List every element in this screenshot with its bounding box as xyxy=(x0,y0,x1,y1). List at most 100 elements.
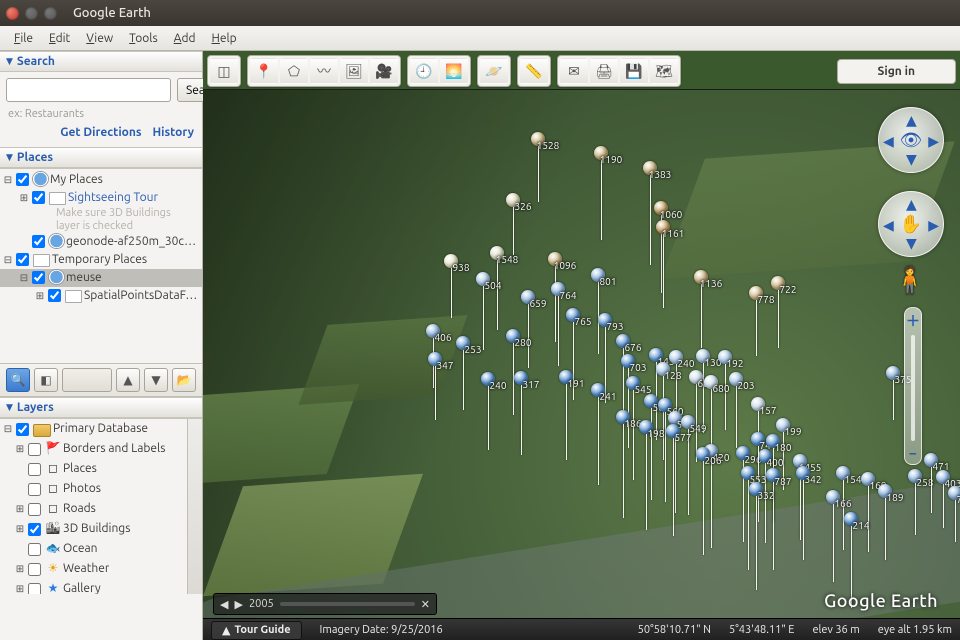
tour-guide-button[interactable]: ▲Tour Guide xyxy=(211,621,302,640)
layer-checkbox[interactable] xyxy=(28,583,41,594)
layers-panel-header[interactable]: ▼Layers xyxy=(0,397,202,418)
history-slider[interactable]: ◀ ▶ 2005 ✕ xyxy=(213,593,437,615)
tree-item-geonode[interactable]: geonode-af250m_30c… xyxy=(66,234,196,250)
expand-icon[interactable]: ⊞ xyxy=(14,500,26,518)
historical-imagery-button[interactable]: 🕘 xyxy=(410,58,438,84)
search-input[interactable] xyxy=(6,78,171,102)
layer-gallery[interactable]: Gallery xyxy=(63,580,101,594)
expand-icon[interactable]: ⊞ xyxy=(14,440,26,458)
window-minimize-button[interactable] xyxy=(25,7,38,20)
layer-checkbox[interactable] xyxy=(28,563,41,576)
layer-roads[interactable]: Roads xyxy=(63,500,96,518)
pan-left-icon[interactable]: ◀ xyxy=(883,217,894,234)
expand-icon[interactable]: ⊟ xyxy=(2,172,14,188)
layer-ocean[interactable]: Ocean xyxy=(63,540,98,558)
places-panel-header[interactable]: ▼Places xyxy=(0,147,202,168)
add-polygon-button[interactable]: ⬠ xyxy=(280,58,308,84)
play-icon[interactable]: ▶ xyxy=(234,598,242,611)
view-in-maps-button[interactable]: 🗺 xyxy=(650,58,678,84)
move-control[interactable]: ▲ ▼ ◀ ▶ ✋ xyxy=(878,191,944,257)
layer-checkbox[interactable] xyxy=(28,483,41,496)
planets-button[interactable]: 🪐 xyxy=(480,58,508,84)
pan-up-icon[interactable]: ▲ xyxy=(906,196,917,213)
record-tour-button[interactable]: 🎥 xyxy=(370,58,398,84)
look-right-icon[interactable]: ▶ xyxy=(928,133,939,150)
layer-checkbox[interactable] xyxy=(28,503,41,516)
add-path-button[interactable]: 〰 xyxy=(310,58,338,84)
look-left-icon[interactable]: ◀ xyxy=(883,133,894,150)
layer-checkbox[interactable] xyxy=(28,543,41,556)
menu-view[interactable]: View xyxy=(80,30,119,47)
expand-icon[interactable]: ⊞ xyxy=(14,520,26,538)
layer-checkbox[interactable] xyxy=(28,443,41,456)
layer-primary[interactable]: Primary Database xyxy=(53,420,148,438)
menu-help[interactable]: Help xyxy=(206,30,243,47)
layer-checkbox[interactable] xyxy=(28,463,41,476)
eye-icon[interactable]: 👁 xyxy=(900,130,923,151)
expand-icon[interactable]: ⊞ xyxy=(18,190,30,206)
back-icon[interactable]: ◀ xyxy=(220,598,228,611)
print-button[interactable]: 🖨 xyxy=(590,58,618,84)
menu-edit[interactable]: Edit xyxy=(43,30,76,47)
places-view-button[interactable]: ◧ xyxy=(34,368,58,392)
look-down-icon[interactable]: ▼ xyxy=(906,151,917,168)
places-down-button[interactable]: ▼ xyxy=(144,368,168,392)
window-maximize-button[interactable] xyxy=(44,7,57,20)
places-checkbox[interactable] xyxy=(48,289,61,302)
pan-right-icon[interactable]: ▶ xyxy=(928,217,939,234)
add-image-overlay-button[interactable]: 🖼 xyxy=(340,58,368,84)
layer-checkbox[interactable] xyxy=(28,523,41,536)
tree-item-meuse[interactable]: meuse xyxy=(66,270,102,286)
tree-item-my-places[interactable]: My Places xyxy=(50,172,103,188)
pan-down-icon[interactable]: ▼ xyxy=(906,235,917,252)
window-close-button[interactable] xyxy=(6,7,19,20)
expand-icon[interactable]: ⊞ xyxy=(34,288,46,304)
layer-checkbox[interactable] xyxy=(16,423,29,436)
places-checkbox[interactable] xyxy=(32,235,45,248)
expand-icon[interactable]: ⊟ xyxy=(2,420,14,438)
sunlight-button[interactable]: 🌅 xyxy=(440,58,468,84)
look-up-icon[interactable]: ▲ xyxy=(906,112,917,129)
opacity-slider[interactable] xyxy=(62,368,112,392)
layer-borders[interactable]: Borders and Labels xyxy=(63,440,165,458)
layer-buildings[interactable]: 3D Buildings xyxy=(63,520,130,538)
menu-file[interactable]: File xyxy=(8,30,39,47)
hand-icon[interactable]: ✋ xyxy=(900,214,922,235)
expand-icon[interactable]: ⊞ xyxy=(14,580,26,594)
search-panel-header[interactable]: ▼Search xyxy=(0,51,202,72)
zoom-in-button[interactable]: ＋ xyxy=(906,311,920,331)
pegman-icon[interactable]: 🧍 xyxy=(894,265,926,296)
expand-icon[interactable]: ⊟ xyxy=(2,252,14,268)
compass-control[interactable]: ▲ ▼ ◀ ▶ 👁 xyxy=(878,107,944,173)
terrain[interactable]: 1528119032613831060116115489385041096801… xyxy=(203,89,960,619)
add-placemark-button[interactable]: 📍 xyxy=(250,58,278,84)
ruler-button[interactable]: 📏 xyxy=(520,58,548,84)
expand-icon[interactable]: ⊟ xyxy=(18,270,30,286)
zoom-slider[interactable]: ＋ − xyxy=(904,307,922,465)
tree-item-tour[interactable]: Sightseeing Tour xyxy=(68,190,158,206)
places-open-button[interactable]: 📂 xyxy=(172,368,196,392)
toggle-sidebar-button[interactable]: ◫ xyxy=(210,58,238,84)
get-directions-link[interactable]: Get Directions xyxy=(60,126,141,139)
layer-photos[interactable]: Photos xyxy=(63,480,101,498)
layer-weather[interactable]: Weather xyxy=(63,560,109,578)
layers-tree[interactable]: ⊟ Primary Database ⊞🚩Borders and Labels … xyxy=(0,418,202,594)
places-checkbox[interactable] xyxy=(16,173,29,186)
menu-tools[interactable]: Tools xyxy=(123,30,164,47)
layer-places[interactable]: Places xyxy=(63,460,97,478)
map-viewport[interactable]: ◫ 📍 ⬠ 〰 🖼 🎥 🕘 🌅 🪐 📏 ✉ 🖨 💾 🗺 Sign in xyxy=(203,51,960,640)
zoom-out-button[interactable]: − xyxy=(909,445,917,461)
expand-icon[interactable]: ⊞ xyxy=(14,560,26,578)
places-checkbox[interactable] xyxy=(32,271,45,284)
tree-item-spdf[interactable]: SpatialPointsDataF… xyxy=(84,288,197,304)
places-tree[interactable]: ⊟ My Places ⊞ Sightseeing Tour Make sure… xyxy=(0,168,202,363)
save-image-button[interactable]: 💾 xyxy=(620,58,648,84)
close-icon[interactable]: ✕ xyxy=(421,598,430,611)
tree-item-temporary[interactable]: Temporary Places xyxy=(52,252,147,268)
menu-add[interactable]: Add xyxy=(168,30,202,47)
places-checkbox[interactable] xyxy=(32,191,45,204)
places-checkbox[interactable] xyxy=(16,253,29,266)
places-up-button[interactable]: ▲ xyxy=(116,368,140,392)
places-search-button[interactable]: 🔍 xyxy=(6,368,30,392)
search-history-link[interactable]: History xyxy=(152,126,194,139)
